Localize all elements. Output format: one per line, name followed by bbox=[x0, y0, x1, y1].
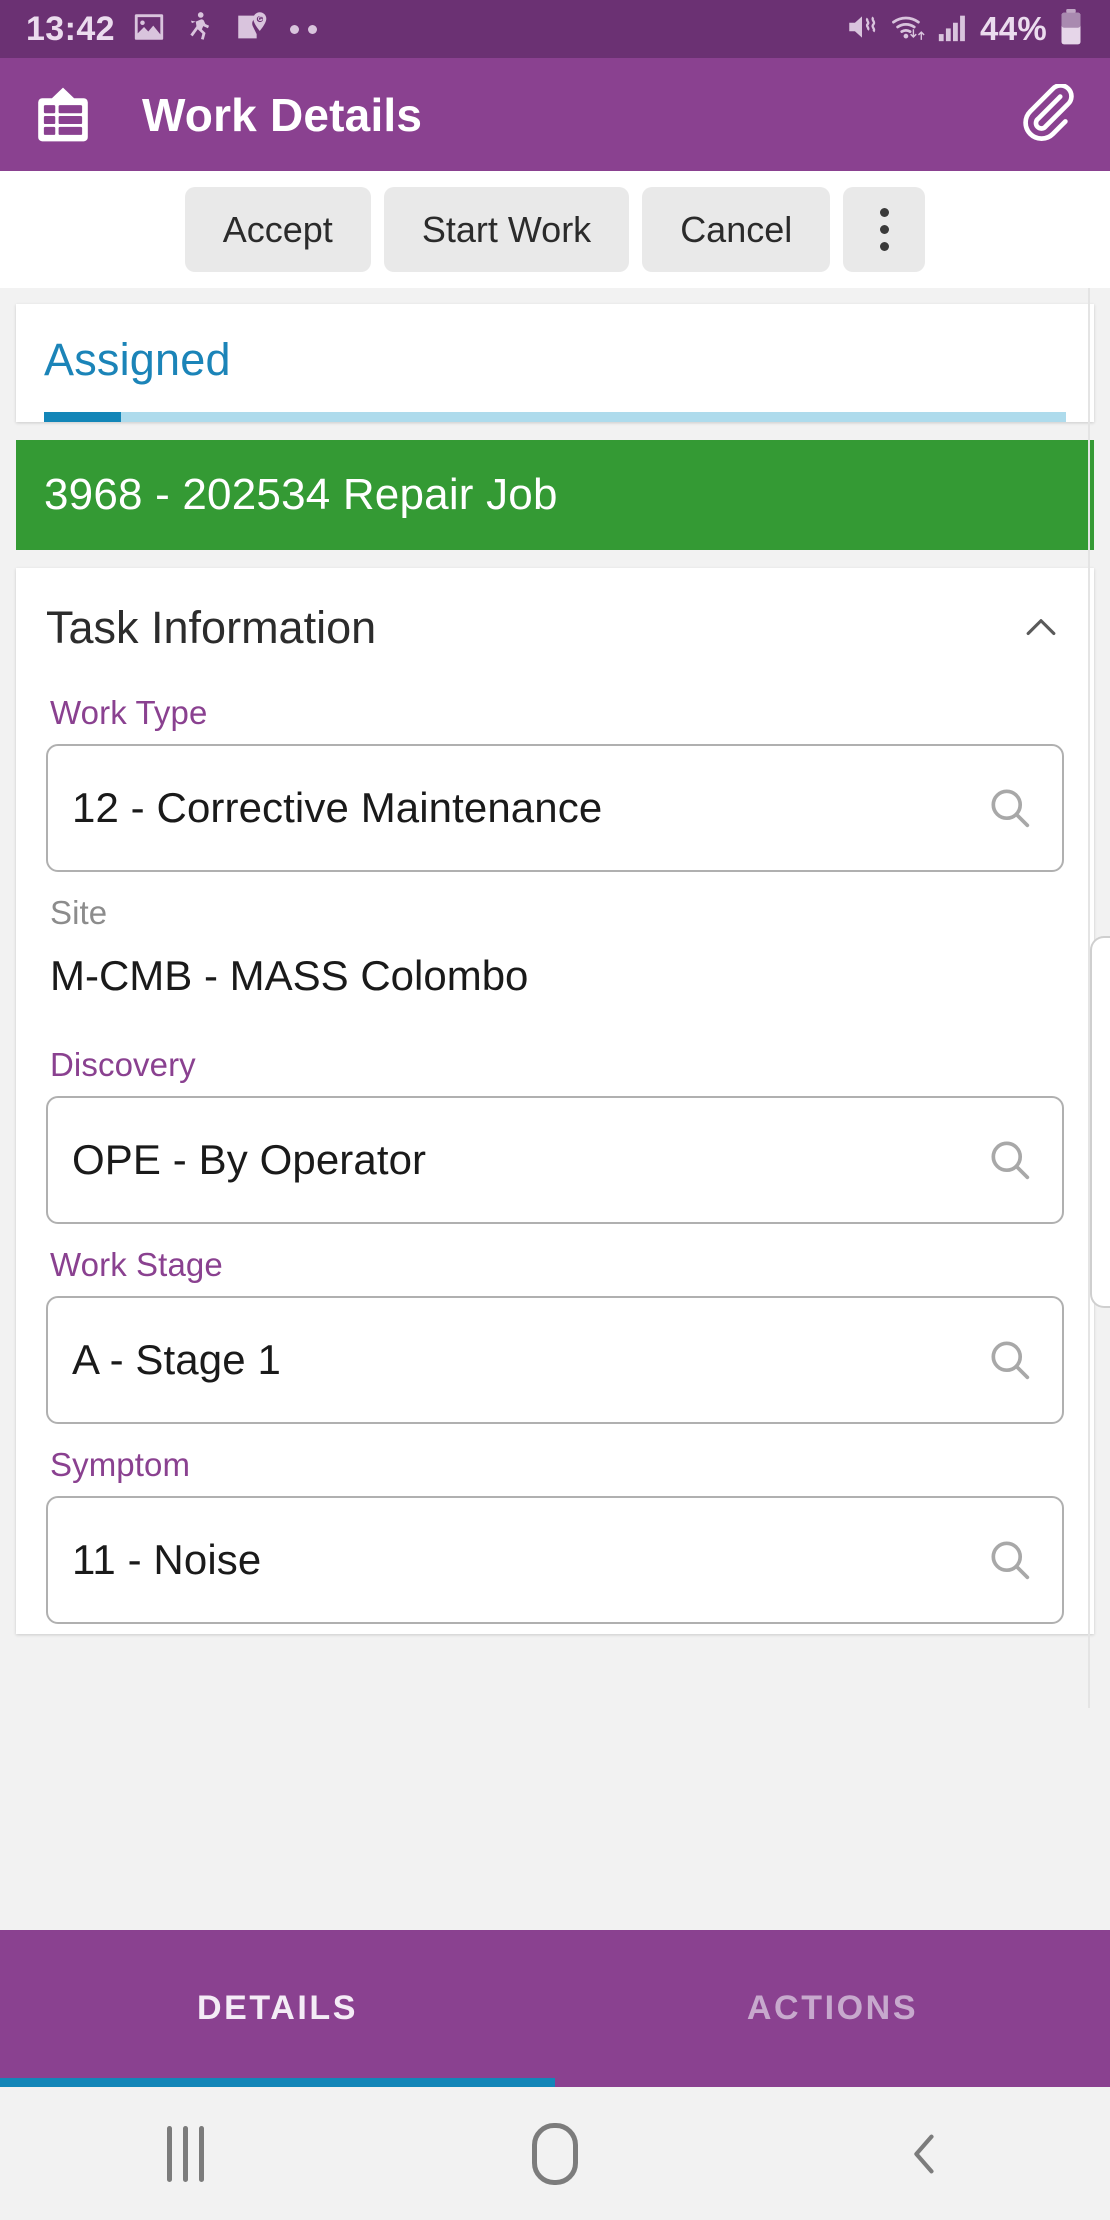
symptom-input[interactable]: 11 - Noise bbox=[46, 1496, 1064, 1624]
vibrate-icon bbox=[845, 10, 879, 49]
tab-actions-label: ACTIONS bbox=[746, 1989, 919, 2027]
wifi-icon bbox=[890, 10, 926, 49]
discovery-value: OPE - By Operator bbox=[72, 1136, 427, 1183]
status-badge: Assigned bbox=[44, 334, 231, 385]
offscreen-card-edge bbox=[1090, 936, 1110, 1308]
recents-icon[interactable] bbox=[0, 2087, 370, 2220]
cell-signal-icon bbox=[937, 10, 969, 49]
field-symptom: Symptom 11 - Noise bbox=[16, 1424, 1094, 1624]
android-nav-bar bbox=[0, 2087, 1110, 2220]
task-information-section: Task Information Work Type 12 - Correcti… bbox=[16, 568, 1094, 1634]
symptom-value: 11 - Noise bbox=[72, 1536, 262, 1583]
tab-actions[interactable]: ACTIONS bbox=[555, 1930, 1110, 2087]
work-status-card: Assigned bbox=[16, 304, 1094, 422]
field-label-work-type: Work Type bbox=[50, 694, 208, 731]
field-label-discovery: Discovery bbox=[50, 1046, 196, 1083]
work-type-value: 12 - Corrective Maintenance bbox=[72, 784, 603, 831]
status-bar: 13:42 44% bbox=[0, 0, 1110, 58]
site-value: M-CMB - MASS Colombo bbox=[50, 952, 529, 999]
app-bar: Work Details bbox=[0, 58, 1110, 171]
job-banner[interactable]: 3968 - 202534 Repair Job bbox=[16, 440, 1094, 550]
task-information-header[interactable]: Task Information bbox=[16, 568, 1094, 672]
work-stage-input[interactable]: A - Stage 1 bbox=[46, 1296, 1064, 1424]
details-scroll-area[interactable]: Assigned 3968 - 202534 Repair Job Task I… bbox=[0, 288, 1110, 1930]
paperclip-icon[interactable] bbox=[1014, 82, 1080, 148]
tab-details[interactable]: DETAILS bbox=[0, 1930, 555, 2087]
action-bar: Accept Start Work Cancel bbox=[0, 171, 1110, 288]
field-label-site: Site bbox=[50, 894, 108, 931]
google-maps-icon bbox=[234, 10, 268, 49]
status-progress-track bbox=[44, 412, 1066, 422]
section-title: Task Information bbox=[46, 602, 377, 653]
image-icon bbox=[132, 10, 166, 49]
back-icon[interactable] bbox=[740, 2087, 1110, 2220]
discovery-input[interactable]: OPE - By Operator bbox=[46, 1096, 1064, 1224]
field-label-work-stage: Work Stage bbox=[50, 1246, 223, 1283]
search-icon[interactable] bbox=[982, 1332, 1038, 1388]
battery-icon bbox=[1058, 8, 1084, 51]
cancel-button[interactable]: Cancel bbox=[642, 187, 831, 272]
bottom-tab-bar: DETAILS ACTIONS bbox=[0, 1930, 1110, 2087]
field-site: Site M-CMB - MASS Colombo bbox=[16, 872, 1094, 1024]
chevron-up-icon[interactable] bbox=[1018, 605, 1064, 651]
search-icon[interactable] bbox=[982, 780, 1038, 836]
status-bar-left: 13:42 bbox=[26, 10, 845, 49]
start-work-button[interactable]: Start Work bbox=[383, 187, 630, 272]
running-person-icon bbox=[183, 10, 217, 49]
field-work-type: Work Type 12 - Corrective Maintenance bbox=[16, 672, 1094, 872]
status-progress-fill bbox=[44, 412, 121, 422]
work-type-input[interactable]: 12 - Corrective Maintenance bbox=[46, 744, 1064, 872]
home-icon[interactable] bbox=[370, 2087, 740, 2220]
field-work-stage: Work Stage A - Stage 1 bbox=[16, 1224, 1094, 1424]
accept-button[interactable]: Accept bbox=[184, 187, 371, 272]
search-icon[interactable] bbox=[982, 1132, 1038, 1188]
status-bar-right: 44% bbox=[845, 8, 1084, 51]
more-vertical-icon[interactable] bbox=[843, 187, 926, 272]
field-label-symptom: Symptom bbox=[50, 1446, 191, 1483]
clipboard-list-icon[interactable] bbox=[30, 82, 96, 148]
status-bar-clock: 13:42 bbox=[26, 9, 115, 48]
page-title: Work Details bbox=[142, 88, 423, 141]
battery-percent-label: 44% bbox=[980, 10, 1047, 47]
job-banner-label: 3968 - 202534 Repair Job bbox=[44, 470, 558, 519]
field-discovery: Discovery OPE - By Operator bbox=[16, 1024, 1094, 1224]
work-stage-value: A - Stage 1 bbox=[72, 1336, 281, 1383]
search-icon[interactable] bbox=[982, 1532, 1038, 1588]
tab-details-label: DETAILS bbox=[196, 1989, 359, 2027]
more-notifications-dots-icon bbox=[289, 24, 317, 34]
